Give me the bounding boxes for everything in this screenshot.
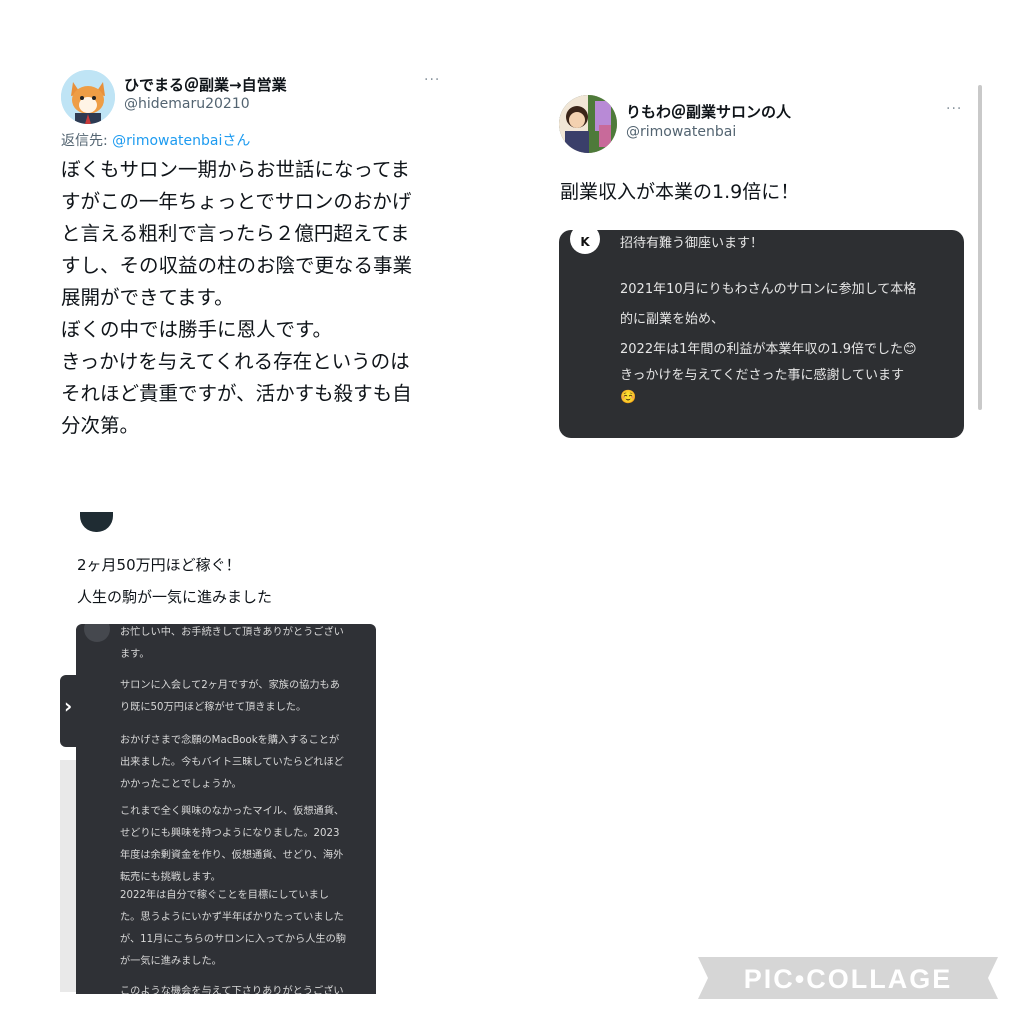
tweet1-more-options-icon[interactable]: ···	[424, 72, 440, 88]
card2-line: 招待有難う御座います！	[620, 236, 764, 251]
reply-to-link[interactable]: @rimowatenbai	[112, 133, 222, 149]
watermark-text: PIC•COLLAGE	[744, 964, 952, 994]
tweet3-avatar[interactable]	[80, 512, 113, 532]
card3-paragraph: サロンに入会して2ヶ月ですが、家族の協力もあ り既に50万円ほど稼がせて頂きまし…	[120, 680, 340, 713]
tweet2-more-options-icon[interactable]: ···	[946, 101, 962, 117]
avatar-rimowa[interactable]	[559, 95, 617, 153]
reply-prefix: 返信先:	[61, 133, 113, 149]
tweet2-image-card[interactable]: K 招待有難う御座います！ 2021年10月にりもわさんのサロンに参加して本格 …	[559, 230, 964, 438]
card3-avatar	[84, 624, 110, 642]
tweet3-body-line: 人生の駒が一気に進みました	[77, 588, 273, 606]
card2-line: 的に副業を始め、	[620, 312, 725, 327]
scrollbar[interactable]	[978, 85, 982, 410]
tweet1-body-text: ぼくもサロン一期からお世話になってま すがこの一年ちょっとでサロンのおかげ と言…	[61, 158, 413, 437]
side-strip	[60, 760, 76, 992]
card2-line: ☺️	[620, 390, 637, 405]
card2-line: きっかけを与えてくださった事に感謝しています	[620, 368, 905, 383]
card3-paragraph: お忙しい中、お手続きして頂きありがとうござい ます。	[120, 627, 344, 660]
shiba-dog-avatar-icon	[61, 70, 115, 124]
tweet2-author-name[interactable]: りもわ＠副業サロンの人	[626, 101, 791, 122]
tweet3-image-card[interactable]: お忙しい中、お手続きして頂きありがとうござい ます。 サロンに入会して2ヶ月です…	[76, 624, 376, 994]
k-avatar-icon: K	[570, 230, 600, 254]
reply-suffix: さん	[222, 133, 251, 149]
card3-paragraph: おかげさまで念願のMacBookを購入することが 出来ました。今もバイト三昧して…	[120, 735, 344, 790]
tweet1-author-handle[interactable]: @hidemaru20210	[124, 96, 250, 112]
chevron-right-icon[interactable]: ›	[64, 694, 72, 718]
card3-paragraph: 2022年は自分で稼ぐことを目標にしていまし た。思うようにいかず半年ばかりたっ…	[120, 890, 346, 967]
card3-paragraph: これまで全く興味のなかったマイル、仮想通貨、 せどりにも興味を持つようになりまし…	[120, 806, 345, 883]
card2-line: 2021年10月にりもわさんのサロンに参加して本格	[620, 282, 917, 297]
tweet1-author-name[interactable]: ひでまる＠副業→自営業	[124, 74, 287, 95]
card2-line: 2022年は1年間の利益が本業年収の1.9倍でした😊	[620, 342, 917, 357]
tweet2-body-text: 副業収入が本業の1.9倍に！	[560, 181, 800, 203]
pic-collage-watermark: PIC•COLLAGE	[698, 957, 998, 999]
reply-to-line: 返信先: @rimowatenbaiさん	[61, 130, 250, 150]
card3-paragraph: このような機会を与えて下さりありがとうござい	[120, 986, 344, 994]
rimowa-avatar-icon	[559, 95, 617, 153]
tweet2-author-handle[interactable]: @rimowatenbai	[626, 124, 736, 140]
tweet3-body-line: 2ヶ月50万円ほど稼ぐ！	[77, 556, 241, 574]
avatar-hidemaru[interactable]	[61, 70, 115, 124]
